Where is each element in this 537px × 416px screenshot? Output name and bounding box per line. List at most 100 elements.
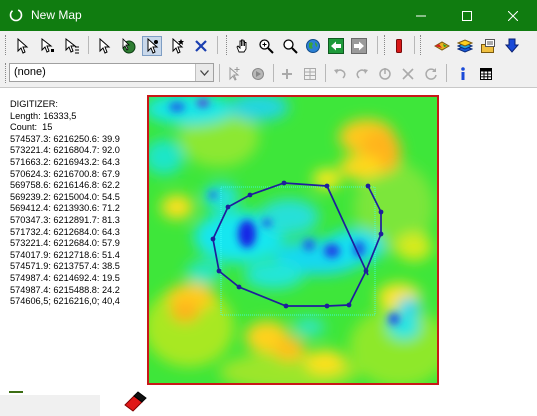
digitizer-point: 569412.4: 6213930.6: 71.2	[10, 203, 120, 214]
info-button[interactable]	[453, 64, 473, 84]
edit-shape-icon	[252, 68, 264, 80]
polygon-vertex[interactable]	[324, 183, 330, 189]
red-marker-icon	[396, 39, 402, 53]
full-extent-button[interactable]	[303, 36, 323, 56]
digitizer-point: 571732.4: 6212684.0: 64.3	[10, 226, 120, 237]
plus-button[interactable]	[277, 64, 297, 84]
polygon-vertex[interactable]	[281, 180, 287, 186]
pointer-icon	[99, 38, 111, 54]
rotate-icon	[379, 68, 391, 80]
digitizer-point: 570624.3: 6216700.8: 67.9	[10, 168, 120, 179]
grid-icon	[304, 68, 316, 80]
eraser-icon[interactable]	[122, 391, 148, 415]
forward-arrow-icon	[351, 38, 367, 54]
heatmap-raster	[149, 97, 437, 383]
download-icon	[504, 38, 520, 53]
refresh-button[interactable]	[421, 64, 441, 84]
zoom-in-button[interactable]	[256, 36, 276, 56]
globe-select-icon	[122, 38, 136, 54]
minimize-icon	[416, 15, 426, 16]
select-node-button[interactable]	[38, 36, 58, 56]
properties-icon	[481, 39, 495, 53]
edit-toolbar-buttons	[0, 60, 537, 87]
add-layer-button[interactable]	[432, 36, 452, 56]
window-title: New Map	[31, 8, 82, 22]
globe-select-button[interactable]	[118, 36, 138, 56]
add-node-button[interactable]	[224, 64, 244, 84]
digitize-button[interactable]	[142, 36, 162, 56]
app-icon	[9, 8, 23, 22]
edit-shape-button[interactable]	[248, 64, 268, 84]
properties-button[interactable]	[478, 36, 498, 56]
maximize-icon	[462, 10, 472, 21]
polygon-vertex[interactable]	[247, 192, 253, 198]
polygon-vertex[interactable]	[346, 302, 352, 308]
select-list-button[interactable]	[62, 36, 82, 56]
globe-icon	[306, 39, 320, 53]
digitizer-panel: DIGITIZER: Length: 16333,5 Count: 15 574537…	[10, 99, 120, 308]
redo-button[interactable]	[352, 64, 372, 84]
back-button[interactable]	[326, 36, 346, 56]
digitizer-point: 574987.4: 6215488.8: 24.2	[10, 284, 120, 295]
download-button[interactable]	[502, 36, 522, 56]
toolbar-separator	[446, 64, 447, 82]
pointer-star-button[interactable]	[167, 36, 187, 56]
polygon-vertex[interactable]	[283, 303, 289, 309]
zoom-button[interactable]	[280, 36, 300, 56]
select-tool-button[interactable]	[13, 36, 33, 56]
toolbar-grip[interactable]	[384, 35, 388, 55]
zoom-in-icon	[259, 39, 274, 54]
polygon-vertex[interactable]	[378, 209, 384, 215]
layers-icon	[457, 39, 473, 53]
pan-hand-icon	[236, 39, 247, 53]
polygon-vertex[interactable]	[324, 303, 330, 309]
info-icon	[461, 67, 465, 80]
pan-button[interactable]	[232, 36, 252, 56]
maximize-button[interactable]	[444, 0, 490, 31]
toolbar-grip[interactable]	[5, 35, 9, 55]
toolbar-grip[interactable]	[420, 35, 424, 55]
close-button[interactable]	[490, 0, 536, 31]
toolbar-separator	[414, 36, 415, 54]
polygon-vertex[interactable]	[363, 268, 369, 274]
toolbar-separator	[219, 64, 220, 82]
redo-icon	[356, 69, 368, 79]
close-icon	[508, 10, 518, 21]
toolbar-separator	[273, 64, 274, 82]
raster-map[interactable]	[147, 95, 439, 385]
table-button[interactable]	[476, 64, 496, 84]
toolbar-separator	[325, 64, 326, 82]
toolbar-grip[interactable]	[226, 35, 230, 55]
polygon-vertex[interactable]	[210, 236, 216, 242]
minimize-button[interactable]	[398, 0, 444, 31]
rotate-button[interactable]	[375, 64, 395, 84]
digitizer-point: 574606,5; 6216216,0; 40,4	[10, 296, 120, 307]
polygon-vertex[interactable]	[236, 284, 242, 290]
clear-selection-button[interactable]	[191, 36, 211, 56]
main-toolbar	[0, 31, 537, 61]
refresh-icon	[425, 68, 437, 80]
digitizer-header: DIGITIZER:	[10, 99, 58, 109]
digitizer-point: 570347.3: 6212891.7: 81.3	[10, 214, 120, 225]
polygon-vertex[interactable]	[365, 183, 371, 189]
grid-button[interactable]	[300, 64, 320, 84]
clear-icon	[195, 40, 207, 52]
select-node-icon	[41, 38, 54, 53]
pointer-button[interactable]	[94, 36, 114, 56]
back-arrow-icon	[328, 38, 344, 54]
digitize-icon	[147, 38, 159, 54]
polygon-vertex[interactable]	[225, 204, 231, 210]
delete-button[interactable]	[398, 64, 418, 84]
digitizer-point: 573221.4: 6212684.0: 57.9	[10, 238, 120, 249]
undo-button[interactable]	[330, 64, 350, 84]
undo-icon	[334, 69, 346, 79]
title-bar: New Map	[0, 0, 537, 31]
digitizer-point: 569239.2: 6215004.0: 54.5	[10, 191, 120, 202]
marker-button[interactable]	[389, 36, 409, 56]
polygon-vertex[interactable]	[216, 268, 222, 274]
forward-button[interactable]	[349, 36, 369, 56]
digitizer-point: 573221.4: 6216804.7: 92.0	[10, 145, 120, 156]
digitizer-point: 574017.9: 6212718.6: 51.4	[10, 249, 120, 260]
layers-button[interactable]	[455, 36, 475, 56]
polygon-vertex[interactable]	[378, 231, 384, 237]
